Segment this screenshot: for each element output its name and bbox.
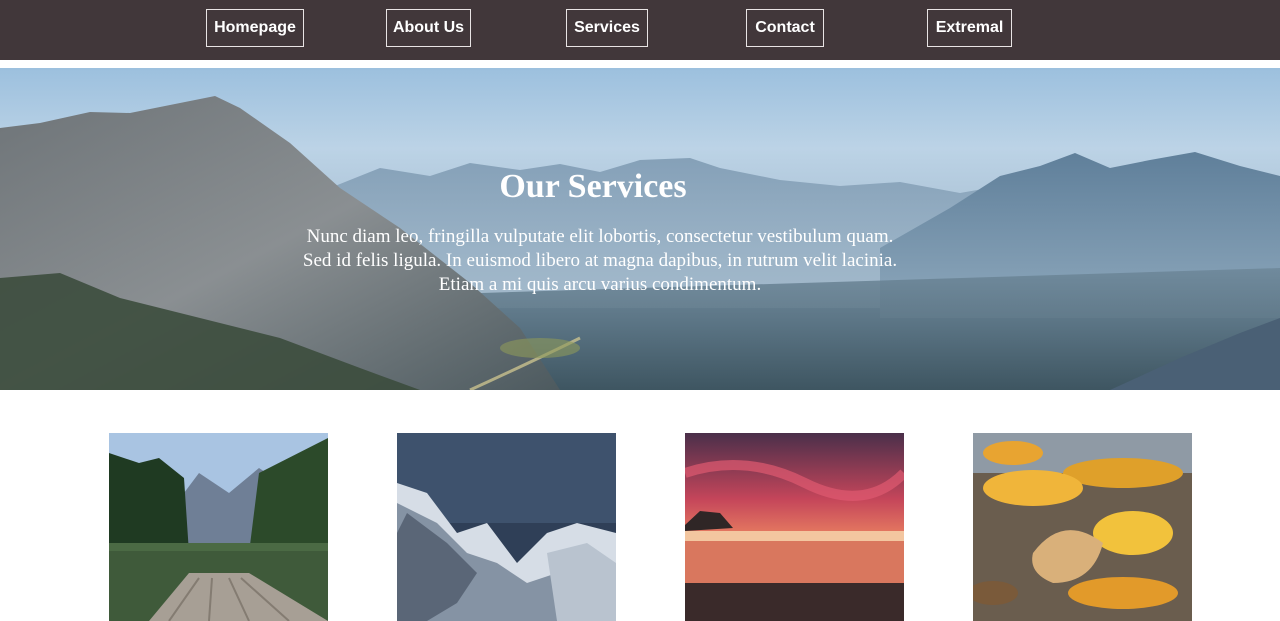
sunset-beach-photo: [685, 433, 904, 621]
card-image-sunset-beach[interactable]: [685, 433, 904, 621]
card-image-autumn-leaves[interactable]: [973, 433, 1192, 621]
nav-contact-button[interactable]: Contact: [746, 9, 824, 47]
card-image-snowy-mountain[interactable]: [397, 433, 616, 621]
nav-services-button[interactable]: Services: [566, 9, 648, 47]
hero-description: Nunc diam leo, fringilla vulputate elit …: [302, 226, 898, 295]
nav-extremal-button[interactable]: Extremal: [927, 9, 1012, 47]
lake-pier-photo: [109, 433, 328, 621]
nav-about-us-button[interactable]: About Us: [386, 9, 471, 47]
nav-homepage-button[interactable]: Homepage: [206, 9, 304, 47]
hero-banner: Our Services Nunc diam leo, fringilla vu…: [0, 68, 1280, 390]
card-image-lake-pier[interactable]: [109, 433, 328, 621]
hero-title: Our Services: [499, 168, 687, 205]
snowy-mountain-photo: [397, 433, 616, 621]
top-navigation: Homepage About Us Services Contact Extre…: [0, 0, 1280, 60]
autumn-leaves-photo: [973, 433, 1192, 621]
